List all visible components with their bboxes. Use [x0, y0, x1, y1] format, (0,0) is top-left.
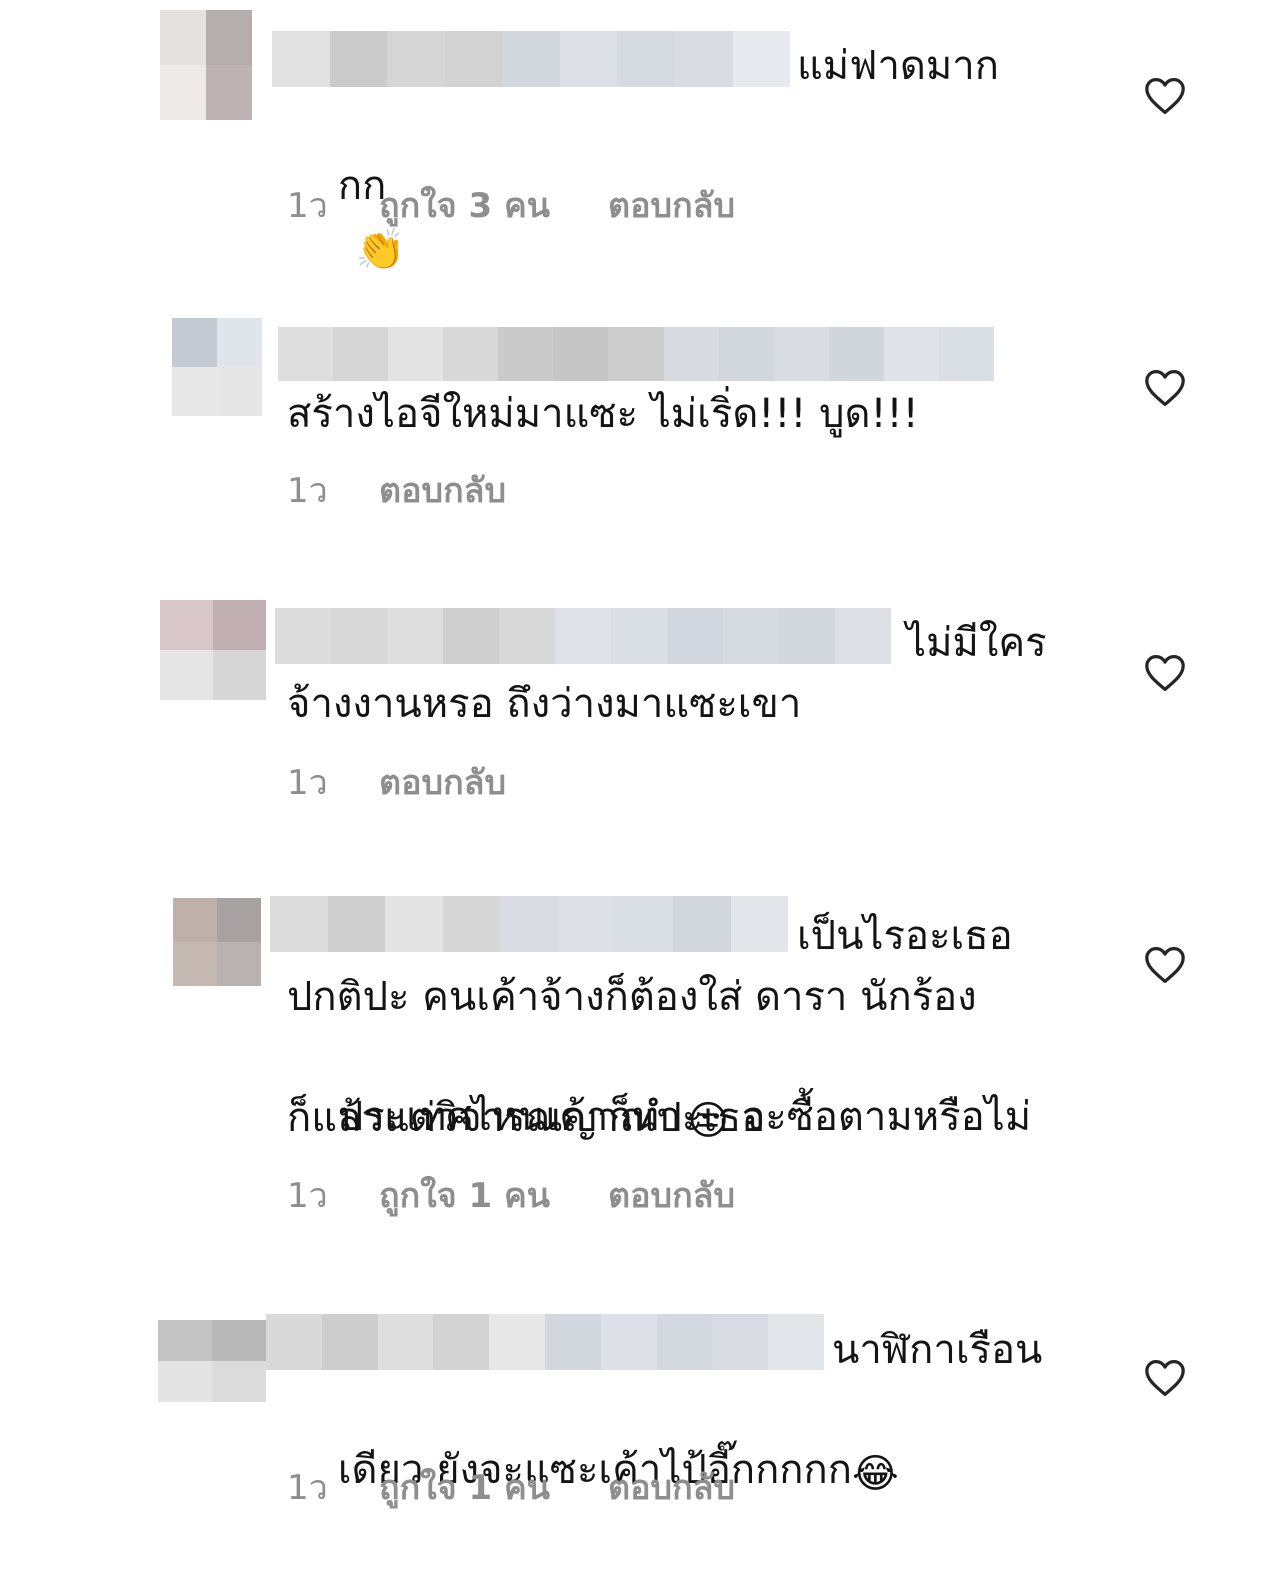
comment-time: 1ว — [287, 1468, 328, 1508]
heart-outline-icon[interactable] — [1143, 368, 1187, 408]
avatar[interactable] — [158, 1320, 266, 1402]
avatar[interactable] — [160, 600, 266, 700]
comment-text-line-2: ปกติปะ คนเค้าจ้างก็ต้องใส่ ดารา นักร้อง — [287, 974, 977, 1020]
like-count-link[interactable]: ถูกใจ 1 คน — [379, 1468, 550, 1508]
comment-meta: 1ว ถูกใจ 1 คน ตอบกลับ — [287, 1468, 735, 1508]
avatar[interactable] — [173, 898, 261, 986]
comment-text-start: แม่ฟาดมาก — [797, 43, 999, 89]
comment-text-line-4: ก็แล้วแต่วิจารณญาณปะเธอ — [287, 1095, 766, 1141]
heart-outline-icon[interactable] — [1143, 1358, 1187, 1398]
comment-time: 1ว — [287, 763, 328, 803]
comment-time: 1ว — [287, 471, 328, 511]
username-redacted[interactable] — [275, 608, 891, 664]
like-count-link[interactable]: ถูกใจ 1 คน — [379, 1176, 550, 1216]
clapping-hands-emoji: 👏 — [355, 227, 406, 273]
comment-text: สร้างไอจีใหม่มาแซะ ไม่เริ่ด!!! บูด!!! — [287, 391, 919, 437]
face-with-tears-of-joy-emoji: 😂 — [851, 1451, 899, 1497]
comment-text-line-3b: จะซื้อตามหรือไม่ — [729, 1094, 1032, 1140]
comment-text-start: ไม่มีใคร — [906, 620, 1047, 666]
reply-button[interactable]: ตอบกลับ — [608, 1176, 735, 1216]
heart-outline-icon[interactable] — [1143, 76, 1187, 116]
comment-time: 1ว — [287, 1176, 328, 1216]
reply-button[interactable]: ตอบกลับ — [608, 186, 735, 226]
avatar[interactable] — [172, 318, 262, 416]
reply-button[interactable]: ตอบกลับ — [379, 471, 506, 511]
avatar[interactable] — [160, 10, 252, 120]
comment-meta: 1ว ถูกใจ 3 คน ตอบกลับ — [287, 186, 735, 226]
comment-meta: 1ว ตอบกลับ — [287, 471, 506, 511]
username-redacted[interactable] — [272, 31, 791, 87]
heart-outline-icon[interactable] — [1143, 653, 1187, 693]
comment-time: 1ว — [287, 186, 328, 226]
comment-meta: 1ว ตอบกลับ — [287, 763, 506, 803]
username-redacted[interactable] — [278, 327, 995, 381]
like-count-link[interactable]: ถูกใจ 3 คน — [379, 186, 550, 226]
comment-meta: 1ว ถูกใจ 1 คน ตอบกลับ — [287, 1176, 735, 1216]
username-redacted[interactable] — [270, 896, 789, 952]
heart-outline-icon[interactable] — [1143, 945, 1187, 985]
comment-text-start: นาฬิกาเรือน — [832, 1327, 1043, 1373]
comment-text-start: เป็นไรอะเธอ — [797, 913, 1013, 959]
reply-button[interactable]: ตอบกลับ — [379, 763, 506, 803]
username-redacted[interactable] — [266, 1314, 824, 1370]
reply-button[interactable]: ตอบกลับ — [608, 1468, 735, 1508]
comment-text-continued: จ้างงานหรอ ถึงว่างมาแซะเขา — [287, 681, 802, 727]
